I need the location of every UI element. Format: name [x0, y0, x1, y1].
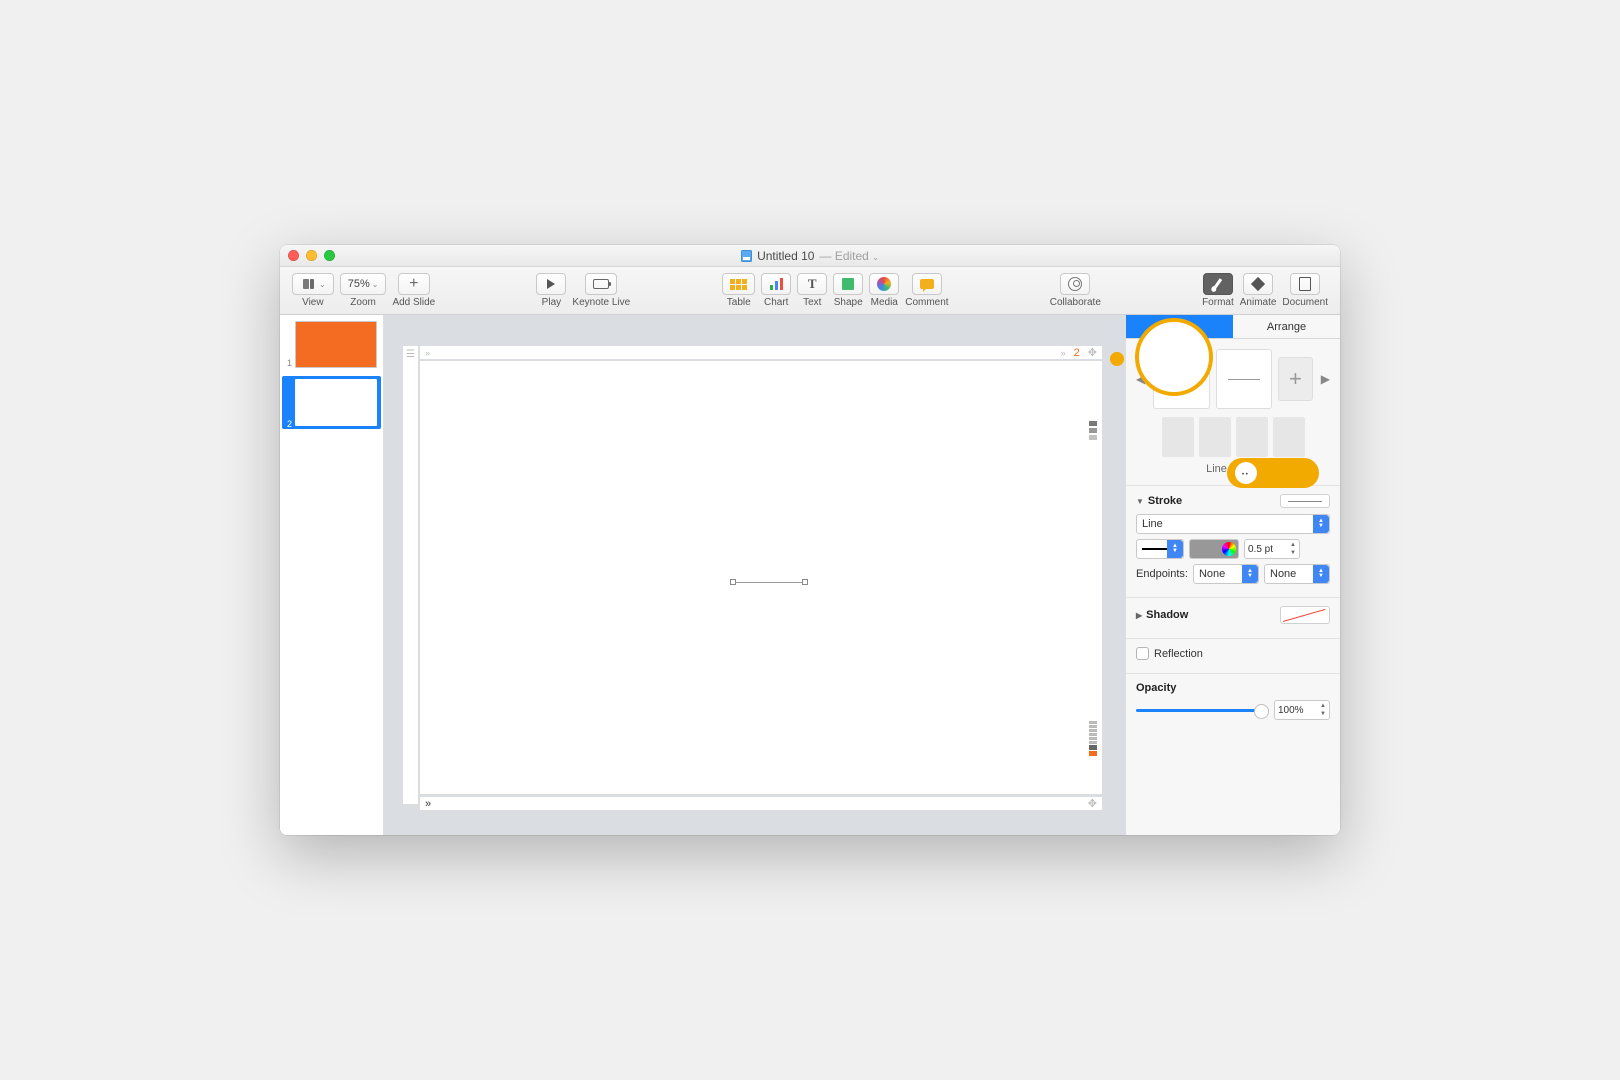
stroke-width-stepper[interactable]: 0.5 pt ▲▼ [1244, 539, 1300, 559]
comment-button[interactable] [912, 273, 942, 295]
chevron-updown-icon: ▲▼ [1167, 540, 1183, 558]
tab-arrange[interactable]: Arrange [1233, 315, 1340, 338]
chevron-updown-icon: ▲▼ [1313, 565, 1329, 583]
document-button[interactable] [1290, 273, 1320, 295]
stroke-section: ▼Stroke Line ▲▼ ▲▼ 0.5 pt [1126, 485, 1340, 597]
opacity-section: Opacity 100% ▲▼ [1126, 673, 1340, 733]
chevron-updown-icon: ▲▼ [1242, 565, 1258, 583]
opacity-slider[interactable] [1136, 709, 1269, 712]
shadow-section: ▶Shadow [1126, 597, 1340, 638]
shadow-swatch[interactable] [1280, 606, 1330, 624]
window-controls [288, 250, 335, 261]
annotation-dot [1300, 466, 1314, 480]
reflection-checkbox[interactable] [1136, 647, 1149, 660]
line-object[interactable] [734, 582, 804, 583]
play-button[interactable] [536, 273, 566, 295]
title-name: Untitled 10 [757, 249, 814, 263]
media-button[interactable] [869, 273, 899, 295]
disclosure-triangle-icon[interactable]: ▶ [1136, 611, 1142, 620]
line-handle-start[interactable] [730, 579, 736, 585]
collaborate-icon [1068, 277, 1082, 291]
text-button[interactable] [797, 273, 827, 295]
slide-canvas-area: ☰ » » 2 ✥ » ✥ [384, 315, 1125, 835]
close-icon[interactable] [288, 250, 299, 261]
presets-next-icon[interactable]: ▶ [1319, 370, 1332, 388]
diamond-icon [1251, 277, 1265, 291]
keynote-live-button[interactable] [585, 273, 617, 295]
vertical-ruler: ☰ [402, 345, 418, 805]
chart-icon [770, 278, 783, 290]
inspector-tabs: Style Arrange [1126, 315, 1340, 339]
table-icon [730, 279, 747, 290]
main-area: 1 2 ☰ » » 2 ✥ [280, 315, 1340, 835]
slide-number: 2 [1074, 347, 1080, 359]
horizontal-ruler: » » 2 ✥ [419, 345, 1103, 359]
color-wheel-icon [1222, 542, 1236, 556]
shape-button[interactable] [833, 273, 863, 295]
text-icon [808, 276, 817, 292]
table-button[interactable] [722, 273, 755, 295]
comment-icon [920, 279, 934, 289]
line-handle-end[interactable] [802, 579, 808, 585]
style-preset-line-2[interactable] [1216, 349, 1272, 409]
slide-indicators-top [1089, 421, 1097, 440]
media-icon [877, 277, 891, 291]
slide-thumb-2[interactable]: 2 [282, 376, 381, 429]
endpoints-label: Endpoints: [1136, 568, 1188, 580]
document-icon [741, 250, 752, 262]
chart-button[interactable] [761, 273, 791, 295]
chevron-updown-icon: ▲▼ [1313, 515, 1329, 533]
document-icon [1299, 277, 1311, 291]
style-presets-row: ◀ + ▶ Line Styles [1126, 339, 1340, 485]
animate-button[interactable] [1243, 273, 1273, 295]
toolbar: ⌄ View 75%⌄ Zoom Add Slide Play Keynote … [280, 267, 1340, 315]
style-preset-line[interactable] [1153, 349, 1209, 409]
annotation-dot [1110, 352, 1124, 366]
stroke-color-swatch[interactable] [1189, 539, 1239, 559]
stroke-style-select[interactable]: ▲▼ [1136, 539, 1184, 559]
shape-icon [842, 278, 854, 290]
live-icon [593, 279, 609, 289]
zoom-button[interactable]: 75%⌄ [340, 273, 387, 295]
slide-canvas[interactable] [419, 360, 1103, 795]
format-button[interactable] [1203, 273, 1233, 295]
reflection-section: Reflection [1126, 638, 1340, 673]
titlebar: Untitled 10 — Edited ⌄ [280, 245, 1340, 267]
stroke-type-select[interactable]: Line ▲▼ [1136, 514, 1330, 534]
add-slide-button[interactable] [398, 273, 430, 295]
document-title: Untitled 10 — Edited ⌄ [741, 249, 879, 263]
format-inspector: Style Arrange ◀ + ▶ Line Styles ▼Stroke [1125, 315, 1340, 835]
style-preset-add[interactable]: + [1278, 357, 1313, 401]
fullscreen-icon[interactable] [324, 250, 335, 261]
bottom-ruler: » ✥ [419, 797, 1103, 811]
style-mini-presets [1134, 417, 1332, 457]
presets-prev-icon[interactable]: ◀ [1134, 370, 1147, 388]
slide-indicators-bottom [1089, 721, 1097, 756]
reflection-label: Reflection [1154, 648, 1203, 660]
endpoint-right-select[interactable]: None ▲▼ [1264, 564, 1330, 584]
collaborate-button[interactable] [1060, 273, 1090, 295]
view-button[interactable]: ⌄ [292, 273, 334, 295]
disclosure-triangle-icon[interactable]: ▼ [1136, 497, 1144, 506]
tab-style[interactable]: Style [1126, 315, 1233, 338]
play-icon [547, 279, 555, 289]
minimize-icon[interactable] [306, 250, 317, 261]
app-window: Untitled 10 — Edited ⌄ ⌄ View 75%⌄ Zoom … [280, 245, 1340, 835]
slide-thumb-1[interactable]: 1 [286, 321, 377, 368]
opacity-stepper[interactable]: 100% ▲▼ [1274, 700, 1330, 720]
slide-navigator: 1 2 [280, 315, 384, 835]
brush-icon [1213, 278, 1222, 290]
endpoint-left-select[interactable]: None ▲▼ [1193, 564, 1259, 584]
